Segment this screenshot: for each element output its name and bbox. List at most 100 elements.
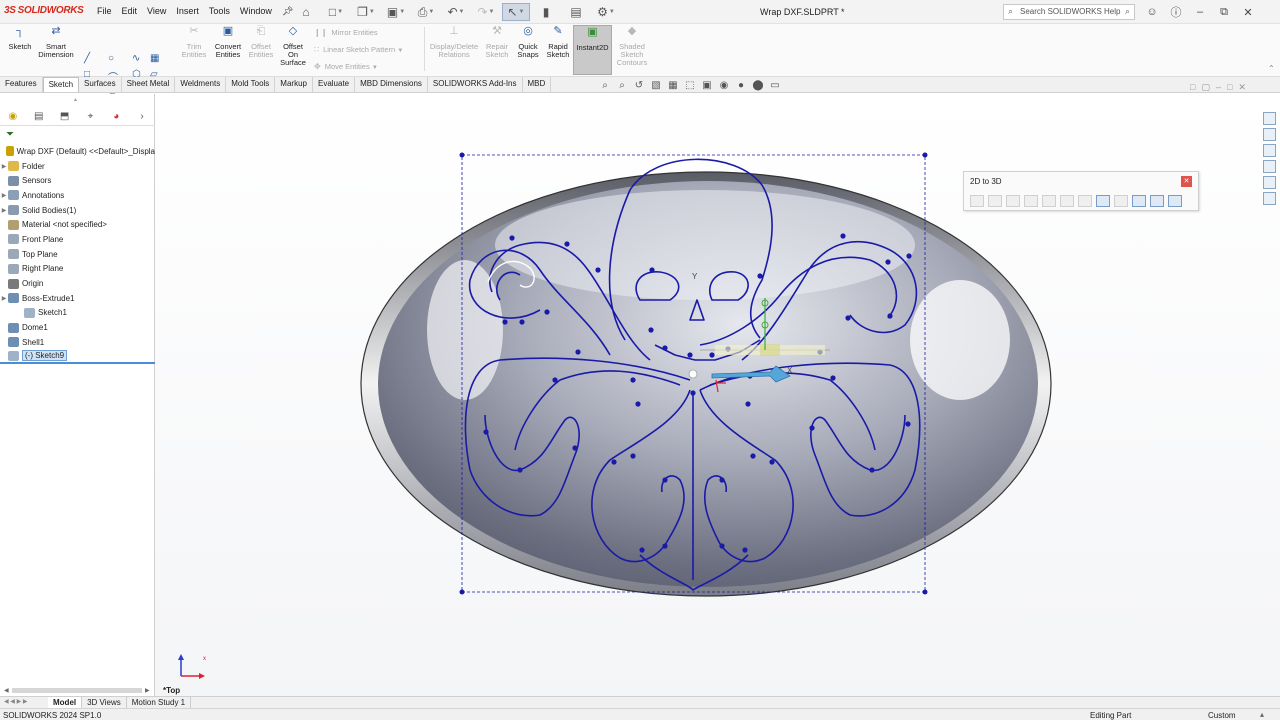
trim-entities-button[interactable]: ✂ Trim Entities xyxy=(178,26,210,59)
menu-window[interactable]: Window xyxy=(235,6,277,17)
tab-evaluate[interactable]: Evaluate xyxy=(313,77,356,92)
configuration-manager-tab-icon[interactable]: ⬒ xyxy=(52,108,78,125)
viewport-tile-icon[interactable]: ▢ xyxy=(1201,82,1210,93)
file-properties-icon[interactable]: ▤ xyxy=(562,3,590,21)
tree-item-right-plane[interactable]: Right Plane xyxy=(0,262,155,277)
cut-icon[interactable] xyxy=(1168,195,1182,207)
smart-dimension-button[interactable]: ⇄ Smart Dimension xyxy=(36,26,76,59)
save-icon[interactable]: ▣ ▼ xyxy=(382,3,410,21)
open-folder-icon[interactable]: ❐ ▼ xyxy=(352,3,380,21)
unit-system-dropdown-icon[interactable]: ▴ xyxy=(1260,710,1264,719)
tab-navigation-arrows-icon[interactable]: ◀ ◀ ▶ ▶ xyxy=(0,697,48,708)
tab-model[interactable]: Model xyxy=(48,697,83,708)
viewport-close-icon[interactable]: ✕ xyxy=(1238,82,1246,93)
zoom-to-area-icon[interactable]: ⌕ xyxy=(615,80,629,91)
tab-solidworks-add-ins[interactable]: SOLIDWORKS Add-Ins xyxy=(428,77,523,92)
panel-grip-icon[interactable]: ▴ xyxy=(74,96,77,103)
home-icon[interactable]: ⌂ xyxy=(292,3,320,21)
tree-item-annotations[interactable]: ▶ Annotations xyxy=(0,188,155,203)
search-dropdown-icon[interactable]: ⌕ xyxy=(1125,6,1130,17)
view-orientation-icon[interactable]: ⬚ xyxy=(683,80,697,91)
repair-sketch-icon[interactable] xyxy=(1114,195,1128,207)
tab-surfaces[interactable]: Surfaces xyxy=(79,77,122,92)
tree-item-boss-extrude1[interactable]: ▶ Boss-Extrude1 xyxy=(0,291,155,306)
display-delete-relations-button[interactable]: ⊥ Display/Delete Relations xyxy=(427,26,481,59)
tab-sketch[interactable]: Sketch xyxy=(42,77,80,92)
property-manager-tab-icon[interactable]: ▤ xyxy=(26,108,52,125)
tab-weldments[interactable]: Weldments xyxy=(175,77,227,92)
tree-item-top-plane[interactable]: Top Plane xyxy=(0,247,155,262)
select-pointer-icon[interactable]: ↖ ▼ xyxy=(502,3,530,21)
menu-edit[interactable]: Edit xyxy=(117,6,143,17)
quick-snaps-button[interactable]: ◎ Quick Snaps xyxy=(514,26,542,59)
tree-item-front-plane[interactable]: Front Plane xyxy=(0,232,155,247)
top-icon[interactable] xyxy=(988,195,1002,207)
tree-expand-icon[interactable]: ▶ xyxy=(0,163,8,170)
mirror-entities-button[interactable]: ❙❙ Mirror Entities xyxy=(314,28,378,37)
tab-mbd[interactable]: MBD xyxy=(523,77,552,92)
solidworks-logo[interactable]: 3S SOLIDWORKS xyxy=(4,5,84,16)
panel-expand-arrow-icon[interactable]: › xyxy=(129,108,155,125)
tab-markup[interactable]: Markup xyxy=(275,77,313,92)
convert-entities-button[interactable]: ▣ Convert Entities xyxy=(212,26,244,59)
tree-item-root[interactable]: Wrap DXF (Default) <<Default>_Displa xyxy=(0,144,155,159)
tree-item-sketch9[interactable]: (-) Sketch9 xyxy=(0,350,155,365)
close-icon[interactable]: ✕ xyxy=(1181,176,1192,187)
new-document-icon[interactable]: □ ▼ xyxy=(322,3,350,21)
rebuild-icon[interactable]: ▮ xyxy=(532,3,560,21)
tab-sheet-metal[interactable]: Sheet Metal xyxy=(122,77,176,92)
scroll-right-icon[interactable]: ▶ xyxy=(145,687,150,694)
tree-item-sketch1[interactable]: Sketch1 xyxy=(0,306,155,321)
tree-item-sensors[interactable]: Sensors xyxy=(0,173,155,188)
back-icon[interactable] xyxy=(1060,195,1074,207)
zoom-to-fit-icon[interactable]: ⌕ xyxy=(598,80,612,91)
rapid-sketch-button[interactable]: ✎ Rapid Sketch xyxy=(544,26,572,59)
sketch-button[interactable]: ┐ Sketch xyxy=(4,26,36,51)
apply-scene-icon[interactable]: ⬤ xyxy=(751,80,765,91)
move-entities-button[interactable]: ✥ Move Entities ▼ xyxy=(314,62,378,71)
restore-icon[interactable]: ⧉ xyxy=(1212,3,1236,21)
view-palette-icon[interactable] xyxy=(1263,160,1276,173)
shaded-sketch-contours-button[interactable]: ◆ Shaded Sketch Contours xyxy=(614,26,650,67)
circle-icon[interactable]: ○ xyxy=(108,53,114,64)
repair-sketch-button[interactable]: ⚒ Repair Sketch xyxy=(482,26,512,59)
linear-sketch-pattern-button[interactable]: ∷ Linear Sketch Pattern ▼ xyxy=(314,45,403,54)
display-manager-tab-icon[interactable]: ◕ xyxy=(103,108,129,125)
search-input[interactable]: ⌕ Search SOLIDWORKS Help ⌕ xyxy=(1003,4,1135,20)
viewport-restore-icon[interactable]: □ xyxy=(1227,82,1232,93)
view-settings-icon[interactable]: ▭ xyxy=(768,80,782,91)
bottom-icon[interactable] xyxy=(1042,195,1056,207)
custom-properties-icon[interactable] xyxy=(1263,192,1276,205)
tree-item-shell1[interactable]: Shell1 xyxy=(0,335,155,350)
dimxpert-tab-icon[interactable]: ⌖ xyxy=(77,108,103,125)
tree-item-solid-bodies-1[interactable]: ▶ Solid Bodies(1) xyxy=(0,203,155,218)
previous-view-icon[interactable]: ↺ xyxy=(632,80,646,91)
viewport-minimize-icon[interactable]: – xyxy=(1216,82,1221,93)
text-icon[interactable]: ▦ xyxy=(150,53,159,64)
edit-appearance-icon[interactable]: ● xyxy=(734,80,748,91)
create-sketch-from-selection-icon[interactable] xyxy=(1096,195,1110,207)
tab-3d-views[interactable]: 3D Views xyxy=(82,697,127,708)
feature-manager-tab-icon[interactable]: ◉ xyxy=(0,108,26,125)
menu-insert[interactable]: Insert xyxy=(171,6,204,17)
scroll-left-icon[interactable]: ◀ xyxy=(4,687,9,694)
left-icon[interactable] xyxy=(1024,195,1038,207)
extrude-icon[interactable] xyxy=(1150,195,1164,207)
menu-view[interactable]: View xyxy=(142,6,171,17)
tree-item-folder[interactable]: ▶ Folder xyxy=(0,159,155,174)
filter-icon[interactable]: ⏷ xyxy=(6,129,14,140)
ribbon-collapse-icon[interactable]: ⌃ xyxy=(1268,64,1275,73)
redo-icon[interactable]: ↷ ▼ xyxy=(472,3,500,21)
display-style-icon[interactable]: ▣ xyxy=(700,80,714,91)
offset-entities-button[interactable]: ⎗ Offset Entities xyxy=(245,26,277,59)
menu-tools[interactable]: Tools xyxy=(204,6,235,17)
undo-icon[interactable]: ↶ ▼ xyxy=(442,3,470,21)
align-sketch-icon[interactable] xyxy=(1132,195,1146,207)
tab-mbd-dimensions[interactable]: MBD Dimensions xyxy=(355,77,428,92)
right-icon[interactable] xyxy=(1006,195,1020,207)
minimize-icon[interactable]: – xyxy=(1188,3,1212,21)
panel-horizontal-scrollbar[interactable]: ◀ ▶ xyxy=(4,687,151,694)
tree-item-material-not-specified[interactable]: Material <not specified> xyxy=(0,217,155,232)
section-view-icon[interactable]: ▧ xyxy=(649,80,663,91)
tree-expand-icon[interactable]: ▶ xyxy=(0,295,8,302)
